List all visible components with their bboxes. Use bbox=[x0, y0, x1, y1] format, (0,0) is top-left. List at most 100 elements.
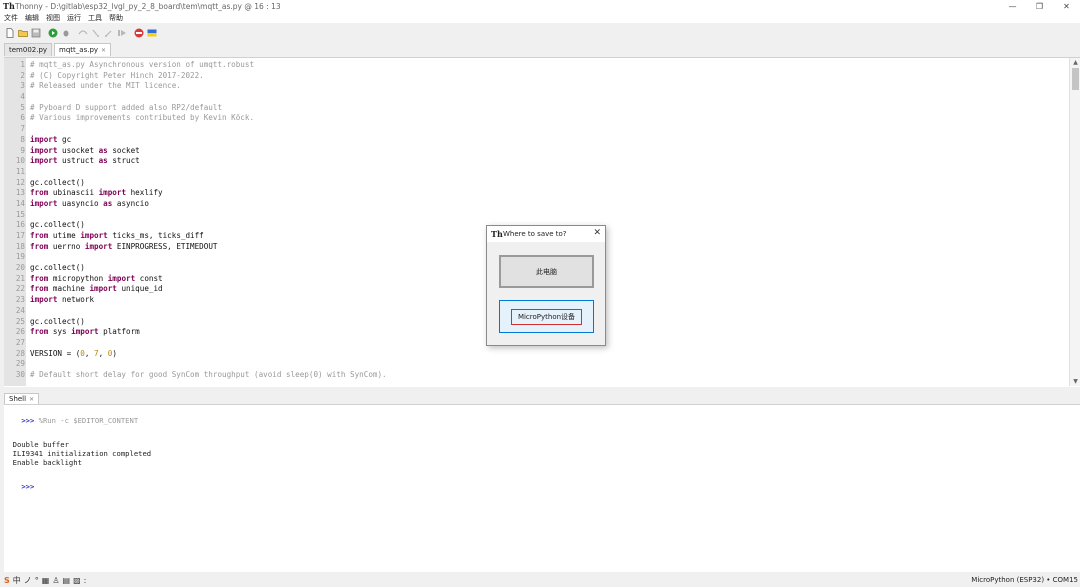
scroll-down-icon[interactable]: ▼ bbox=[1070, 377, 1080, 386]
line-number-gutter: 1 2 3 4 5 6 7 8 9 10 11 12 13 14 15 16 17 18 19 20 21 22 23 24 2… bbox=[4, 58, 26, 386]
line-number: 30 bbox=[15, 369, 25, 379]
menu-help[interactable]: 帮助 bbox=[109, 13, 123, 23]
line-number: 9 bbox=[20, 145, 25, 155]
button-label: 此电脑 bbox=[536, 267, 557, 276]
shell-prompt: >>> bbox=[21, 482, 35, 491]
ime-more-icon[interactable]: : bbox=[84, 576, 87, 585]
menu-run[interactable]: 运行 bbox=[67, 13, 81, 23]
code-line[interactable]: gc.collect() bbox=[30, 178, 1068, 189]
shell-tabs: Shell ✕ bbox=[4, 393, 40, 405]
step-over-icon[interactable] bbox=[77, 27, 88, 38]
code-line[interactable]: import gc bbox=[30, 135, 1068, 146]
line-number: 29 bbox=[15, 359, 25, 369]
debug-icon[interactable] bbox=[60, 27, 71, 38]
minimize-button[interactable]: — bbox=[999, 0, 1026, 12]
line-number: 13 bbox=[15, 188, 25, 198]
line-number: 22 bbox=[15, 284, 25, 294]
line-number: 14 bbox=[15, 198, 25, 208]
code-line[interactable]: from ubinascii import hexlify bbox=[30, 188, 1068, 199]
tab-label: mqtt_as.py bbox=[59, 45, 99, 54]
dialog-close-icon[interactable]: ✕ bbox=[593, 228, 601, 238]
shell-command-line: >>> %Run -c $EDITOR_CONTENT bbox=[4, 407, 1080, 434]
code-line[interactable] bbox=[30, 359, 1068, 370]
line-number: 6 bbox=[20, 113, 25, 123]
ime-grid-icon[interactable]: ▤ bbox=[63, 576, 71, 585]
shell-prompt: >>> bbox=[21, 416, 35, 425]
tab-close-icon[interactable]: ✕ bbox=[101, 44, 106, 57]
ime-halfwidth-icon[interactable]: ノ bbox=[24, 575, 32, 586]
line-number: 10 bbox=[15, 156, 25, 166]
line-number: 23 bbox=[15, 295, 25, 305]
ime-user-icon[interactable]: ♙ bbox=[52, 576, 59, 585]
code-line[interactable]: import uasyncio as asyncio bbox=[30, 199, 1068, 210]
tab-tem002[interactable]: tem002.py bbox=[4, 43, 53, 56]
sogou-icon[interactable]: S bbox=[4, 576, 10, 585]
line-number: 4 bbox=[20, 92, 25, 102]
resume-icon[interactable] bbox=[116, 27, 127, 38]
button-label: MicroPython设备 bbox=[510, 308, 583, 325]
run-icon[interactable] bbox=[47, 27, 58, 38]
ime-keyboard-icon[interactable]: ▦ bbox=[42, 576, 50, 585]
stop-icon[interactable] bbox=[133, 27, 144, 38]
line-number: 19 bbox=[15, 252, 25, 262]
code-line[interactable]: VERSION = (0, 7, 0) bbox=[30, 349, 1068, 360]
window-title: Thonny - D:\gitlab\esp32_lvgl_py_2_8_boa… bbox=[15, 1, 281, 11]
menu-edit[interactable]: 编辑 bbox=[25, 13, 39, 23]
menu-tools[interactable]: 工具 bbox=[88, 13, 102, 23]
shell-panel[interactable]: >>> %Run -c $EDITOR_CONTENT Double buffe… bbox=[4, 404, 1080, 572]
flag-icon[interactable] bbox=[146, 27, 157, 38]
code-line[interactable]: # Released under the MIT licence. bbox=[30, 81, 1068, 92]
code-line[interactable] bbox=[30, 124, 1068, 135]
save-icon[interactable] bbox=[30, 27, 41, 38]
editor-tabs: tem002.py mqtt_as.py ✕ bbox=[4, 43, 113, 56]
dialog-title-bar: Th Where to save to? ✕ bbox=[487, 226, 605, 242]
code-line[interactable]: # Various improvements contributed by Ke… bbox=[30, 113, 1068, 124]
code-line[interactable]: import usocket as socket bbox=[30, 146, 1068, 157]
line-number: 3 bbox=[20, 81, 25, 91]
maximize-button[interactable]: ❐ bbox=[1026, 0, 1053, 12]
scrollbar-thumb[interactable] bbox=[1072, 68, 1079, 90]
line-number: 27 bbox=[15, 337, 25, 347]
title-bar: Th Thonny - D:\gitlab\esp32_lvgl_py_2_8_… bbox=[0, 0, 1080, 12]
code-line[interactable]: # mqtt_as.py Asynchronous version of umq… bbox=[30, 60, 1068, 71]
shell-input-line[interactable]: >>> bbox=[4, 473, 1080, 500]
menu-view[interactable]: 视图 bbox=[46, 13, 60, 23]
tab-mqtt-as[interactable]: mqtt_as.py ✕ bbox=[54, 43, 112, 57]
line-number: 1 bbox=[20, 60, 25, 69]
code-line[interactable]: # Default short delay for good SynCom th… bbox=[30, 370, 1068, 381]
tab-shell[interactable]: Shell ✕ bbox=[4, 393, 40, 405]
menu-file[interactable]: 文件 bbox=[4, 13, 18, 23]
code-line[interactable] bbox=[30, 92, 1068, 103]
code-line[interactable] bbox=[30, 167, 1068, 178]
window-controls: — ❐ ✕ bbox=[999, 0, 1080, 12]
save-to-device-button[interactable]: MicroPython设备 bbox=[499, 300, 594, 333]
line-number: 8 bbox=[20, 134, 25, 144]
line-number: 25 bbox=[15, 316, 25, 326]
thonny-logo-icon: Th bbox=[3, 0, 15, 11]
save-to-computer-button[interactable]: 此电脑 bbox=[499, 255, 594, 288]
ime-punct-icon[interactable]: ° bbox=[35, 576, 39, 585]
step-into-icon[interactable] bbox=[90, 27, 101, 38]
ime-chinese-icon[interactable]: 中 bbox=[13, 575, 21, 586]
scroll-up-icon[interactable]: ▲ bbox=[1070, 58, 1080, 67]
interpreter-status[interactable]: MicroPython (ESP32) • COM15 bbox=[971, 573, 1078, 587]
step-out-icon[interactable] bbox=[103, 27, 114, 38]
code-line[interactable]: import ustruct as struct bbox=[30, 156, 1068, 167]
open-file-icon[interactable] bbox=[17, 27, 28, 38]
tab-close-icon[interactable]: ✕ bbox=[29, 394, 34, 405]
code-line[interactable] bbox=[30, 210, 1068, 221]
code-line[interactable]: # Pyboard D support added also RP2/defau… bbox=[30, 103, 1068, 114]
menu-bar: 文件 编辑 视图 运行 工具 帮助 bbox=[0, 12, 1080, 23]
editor-scrollbar[interactable]: ▲ ▼ bbox=[1069, 58, 1080, 386]
close-button[interactable]: ✕ bbox=[1053, 0, 1080, 12]
shell-output-line: Enable backlight bbox=[4, 458, 82, 467]
new-file-icon[interactable] bbox=[4, 27, 15, 38]
line-number: 17 bbox=[15, 231, 25, 240]
ime-skin-icon[interactable]: ▨ bbox=[73, 576, 81, 585]
tab-label: tem002.py bbox=[9, 45, 48, 54]
code-line[interactable]: # (C) Copyright Peter Hinch 2017-2022. bbox=[30, 71, 1068, 82]
line-number: 20 bbox=[15, 263, 25, 273]
line-number: 5 bbox=[20, 102, 25, 112]
line-number: 2 bbox=[20, 70, 25, 80]
line-number: 18 bbox=[15, 241, 25, 251]
